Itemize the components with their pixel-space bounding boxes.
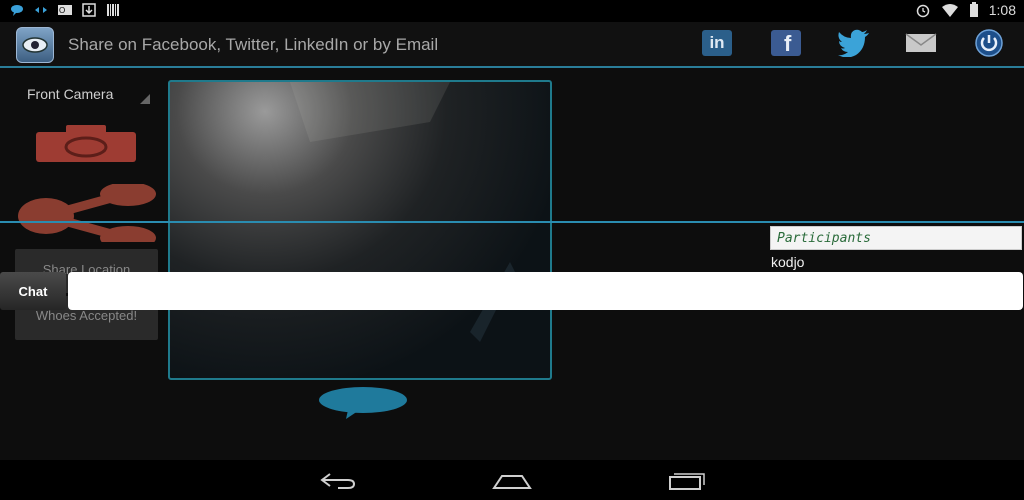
status-icons-right: 1:08 xyxy=(915,2,1016,18)
dropdown-arrow-icon xyxy=(140,94,150,104)
network-arrows-icon xyxy=(35,7,47,13)
share-facebook-button[interactable]: f xyxy=(770,28,802,58)
status-icons-left: O xyxy=(10,3,120,17)
share-email-button[interactable] xyxy=(905,28,937,58)
chat-input[interactable] xyxy=(68,272,1023,310)
participants-header: Participants xyxy=(770,226,1022,250)
chat-send-button[interactable]: Chat xyxy=(0,272,66,310)
action-bar: Share on Facebook, Twitter, LinkedIn or … xyxy=(0,22,1024,68)
wifi-icon xyxy=(941,4,958,17)
back-icon xyxy=(320,473,356,489)
linkedin-label: in xyxy=(709,33,725,52)
facebook-label: f xyxy=(784,31,792,56)
barcode-icon xyxy=(107,4,119,16)
divider-line xyxy=(0,221,1024,223)
share-action-button[interactable] xyxy=(16,182,158,250)
app-logo[interactable] xyxy=(16,27,54,63)
chat-button-label: Chat xyxy=(18,283,48,299)
app-title: Share on Facebook, Twitter, LinkedIn or … xyxy=(68,35,439,54)
home-icon xyxy=(492,475,532,489)
back-button[interactable] xyxy=(318,468,358,492)
preview-light-streak xyxy=(290,82,515,342)
twitter-icon xyxy=(838,29,869,57)
whoes-accepted-label: Whoes Accepted! xyxy=(35,308,138,323)
share-icon xyxy=(18,182,156,250)
speech-bubble-icon xyxy=(319,387,407,419)
camera-select-value: Front Camera xyxy=(27,86,114,102)
main-content: Front Camera Share Location Whoes Accept… xyxy=(0,68,1024,460)
download-icon xyxy=(82,3,96,17)
home-button[interactable] xyxy=(492,468,532,492)
share-twitter-button[interactable] xyxy=(836,28,872,58)
share-linkedin-button[interactable]: in xyxy=(701,28,733,58)
status-time: 1:08 xyxy=(988,2,1016,18)
participant-item[interactable]: kodjo xyxy=(771,254,804,270)
power-button[interactable] xyxy=(973,28,1005,58)
power-icon xyxy=(975,29,1003,57)
camera-select[interactable]: Front Camera xyxy=(18,84,150,108)
capture-photo-button[interactable] xyxy=(34,124,138,169)
alarm-icon xyxy=(916,4,929,18)
camera-preview xyxy=(168,80,552,380)
camera-icon xyxy=(36,125,136,162)
outlook-icon: O xyxy=(58,5,72,15)
recents-icon xyxy=(669,473,705,490)
status-bar: O 1:08 xyxy=(0,0,1024,22)
email-icon xyxy=(905,33,937,52)
svg-text:O: O xyxy=(59,6,65,15)
eye-icon xyxy=(22,37,48,53)
chat-bubble-button[interactable] xyxy=(318,386,408,425)
navigation-bar xyxy=(0,460,1024,500)
recents-button[interactable] xyxy=(666,468,706,492)
battery-icon xyxy=(969,2,978,17)
chat-bubble-icon xyxy=(11,5,23,16)
